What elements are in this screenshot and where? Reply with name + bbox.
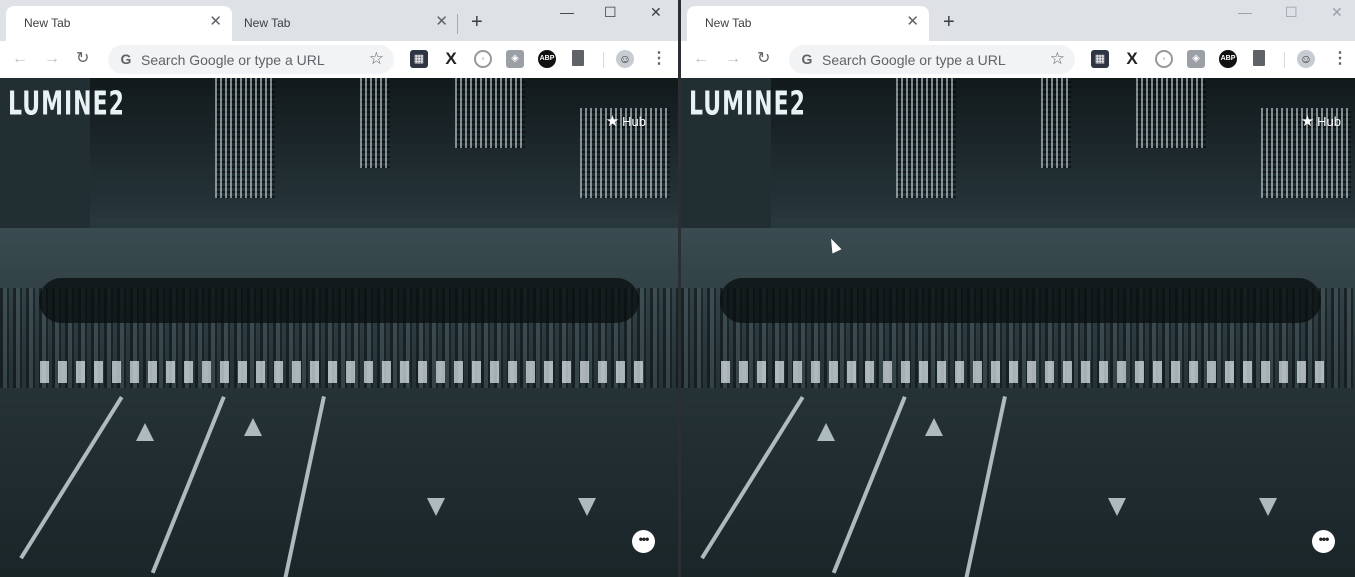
hub-link[interactable]: ★ Hub bbox=[606, 112, 646, 130]
bookmark-ext-icon[interactable] bbox=[572, 50, 584, 66]
google-g-icon: G bbox=[801, 51, 813, 67]
building-lights bbox=[455, 78, 525, 148]
building-lights bbox=[896, 78, 956, 198]
omnibox[interactable]: G Search Google or type a URL ☆ bbox=[108, 45, 394, 74]
puzzle-ext-icon[interactable]: ◈ bbox=[1187, 50, 1205, 68]
tab-title: New Tab bbox=[705, 16, 752, 30]
close-window-button[interactable]: ✕ bbox=[650, 4, 662, 21]
crosswalk bbox=[40, 361, 648, 383]
reload-icon[interactable]: ↻ bbox=[76, 50, 89, 68]
maximize-button[interactable]: ☐ bbox=[1285, 4, 1298, 21]
back-arrow-icon[interactable]: ← bbox=[12, 50, 28, 68]
tab-strip: New Tab ✕ New Tab ✕ + — ☐ ✕ bbox=[0, 0, 678, 41]
road-arrow bbox=[1259, 498, 1277, 516]
close-tab-icon[interactable]: ✕ bbox=[906, 14, 919, 30]
tab-title: New Tab bbox=[24, 16, 71, 30]
lumine-sign: LUMINE2 bbox=[8, 86, 125, 124]
road-arrow bbox=[244, 418, 262, 436]
abp-icon[interactable]: ABP bbox=[538, 50, 556, 68]
road-arrow bbox=[817, 423, 835, 441]
grid-ext-icon[interactable]: ▦ bbox=[1091, 50, 1109, 68]
circle-ext-icon[interactable]: ◦ bbox=[474, 50, 492, 68]
close-window-button[interactable]: ✕ bbox=[1331, 4, 1343, 21]
star-icon: ★ bbox=[605, 113, 620, 130]
profile-avatar-icon[interactable]: ☺ bbox=[1297, 50, 1315, 68]
bookmark-star-icon[interactable]: ☆ bbox=[1050, 49, 1065, 69]
tab-new-tab-1[interactable]: New Tab ✕ bbox=[6, 6, 232, 41]
new-tab-background: LUMINE2 ★ Hub ••• bbox=[681, 78, 1355, 577]
forward-arrow-icon[interactable]: → bbox=[44, 50, 60, 68]
hub-label: Hub bbox=[622, 114, 646, 129]
hub-label: Hub bbox=[1317, 114, 1341, 129]
menu-kebab-icon[interactable]: ⋮ bbox=[650, 50, 668, 68]
abp-icon[interactable]: ABP bbox=[1219, 50, 1237, 68]
google-g-icon: G bbox=[120, 51, 132, 67]
grid-ext-icon[interactable]: ▦ bbox=[410, 50, 428, 68]
close-tab-icon[interactable]: ✕ bbox=[209, 14, 222, 30]
new-tab-button[interactable]: + bbox=[943, 12, 955, 32]
building-lights bbox=[215, 78, 275, 198]
bookmark-star-icon[interactable]: ☆ bbox=[369, 49, 384, 69]
new-tab-button[interactable]: + bbox=[471, 12, 483, 32]
tab-new-tab-1[interactable]: New Tab ✕ bbox=[687, 6, 929, 41]
minimize-button[interactable]: — bbox=[560, 4, 574, 20]
road-arrow bbox=[578, 498, 596, 516]
search-box[interactable] bbox=[720, 278, 1321, 323]
road-arrow bbox=[136, 423, 154, 441]
omnibox-placeholder: Search Google or type a URL bbox=[141, 52, 325, 68]
minimize-button[interactable]: — bbox=[1238, 4, 1252, 20]
hub-link[interactable]: ★ Hub bbox=[1301, 112, 1341, 130]
reload-icon[interactable]: ↻ bbox=[757, 50, 770, 68]
building-lights bbox=[1136, 78, 1206, 148]
browser-window-right: New Tab ✕ + — ☐ ✕ ← → ↻ G Search Google … bbox=[681, 0, 1355, 577]
road-arrow bbox=[427, 498, 445, 516]
lumine-sign: LUMINE2 bbox=[689, 86, 806, 124]
new-tab-background: LUMINE2 ★ Hub ••• bbox=[0, 78, 678, 577]
back-arrow-icon[interactable]: ← bbox=[693, 50, 709, 68]
close-tab-icon[interactable]: ✕ bbox=[435, 14, 448, 30]
x-ext-icon[interactable]: X bbox=[1123, 50, 1141, 68]
forward-arrow-icon[interactable]: → bbox=[725, 50, 741, 68]
omnibox[interactable]: G Search Google or type a URL ☆ bbox=[789, 45, 1075, 74]
more-options-icon[interactable]: ••• bbox=[1312, 530, 1335, 553]
more-options-icon[interactable]: ••• bbox=[632, 530, 655, 553]
browser-window-left: New Tab ✕ New Tab ✕ + — ☐ ✕ ← → ↻ G Sear… bbox=[0, 0, 678, 577]
tab-separator bbox=[457, 14, 458, 34]
toolbar: ← → ↻ G Search Google or type a URL ☆ ▦ … bbox=[681, 41, 1355, 79]
toolbar-separator bbox=[1284, 52, 1285, 68]
menu-kebab-icon[interactable]: ⋮ bbox=[1331, 50, 1349, 68]
star-icon: ★ bbox=[1300, 113, 1315, 130]
road-arrow bbox=[925, 418, 943, 436]
bookmark-ext-icon[interactable] bbox=[1253, 50, 1265, 66]
building-lights bbox=[1041, 78, 1071, 168]
maximize-button[interactable]: ☐ bbox=[604, 4, 617, 21]
circle-ext-icon[interactable]: ◦ bbox=[1155, 50, 1173, 68]
profile-avatar-icon[interactable]: ☺ bbox=[616, 50, 634, 68]
omnibox-placeholder: Search Google or type a URL bbox=[822, 52, 1006, 68]
puzzle-ext-icon[interactable]: ◈ bbox=[506, 50, 524, 68]
tab-strip: New Tab ✕ + — ☐ ✕ bbox=[681, 0, 1355, 41]
building-lights bbox=[360, 78, 390, 168]
tab-new-tab-2[interactable]: New Tab ✕ bbox=[232, 6, 458, 41]
x-ext-icon[interactable]: X bbox=[442, 50, 460, 68]
road-arrow bbox=[1108, 498, 1126, 516]
toolbar-separator bbox=[603, 52, 604, 68]
crosswalk bbox=[721, 361, 1325, 383]
search-box[interactable] bbox=[39, 278, 639, 323]
toolbar: ← → ↻ G Search Google or type a URL ☆ ▦ … bbox=[0, 41, 678, 79]
tab-title: New Tab bbox=[244, 16, 291, 30]
